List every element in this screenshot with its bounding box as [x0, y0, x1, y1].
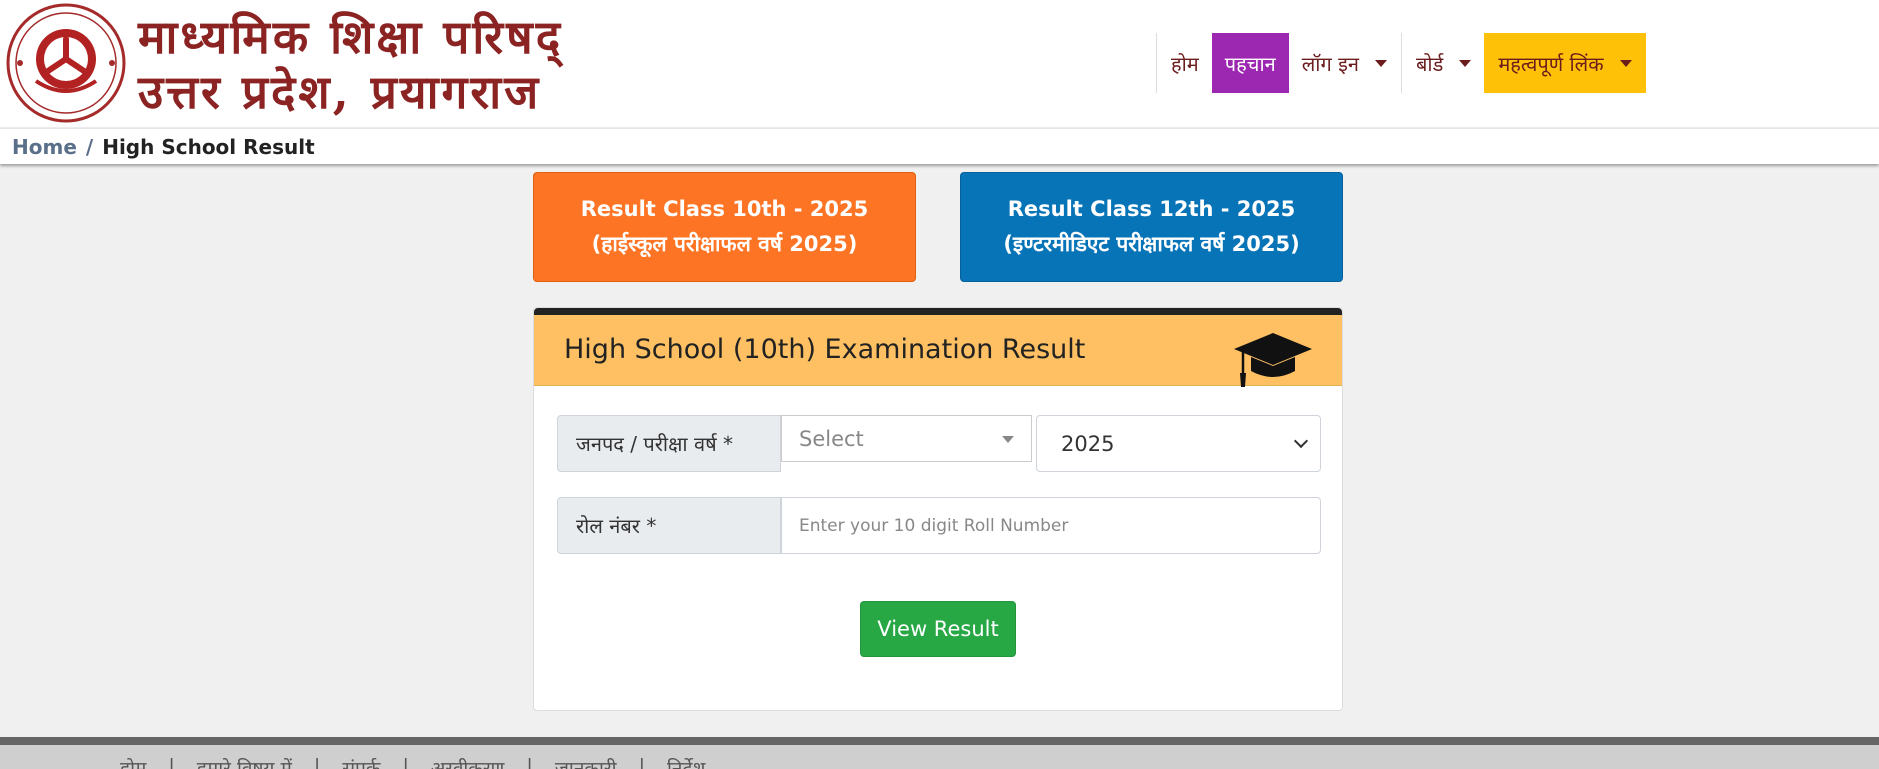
- caret-down-icon: [1375, 59, 1388, 67]
- district-select-value: Select: [799, 426, 864, 451]
- card-top-border: [534, 308, 1342, 315]
- breadcrumb-home-link[interactable]: Home: [12, 135, 77, 159]
- nav-divider: [1156, 33, 1157, 93]
- result-class12-subtitle: (इण्टरमीडिएट परीक्षाफल वर्ष 2025): [1003, 232, 1300, 256]
- nav-login-dropdown[interactable]: लॉग इन: [1289, 33, 1400, 93]
- org-title-line1: माध्यमिक शिक्षा परिषद्: [138, 10, 564, 64]
- exam-year-value: 2025: [1061, 431, 1115, 456]
- nav-important-links-label: महत्वपूर्ण लिंक: [1498, 51, 1604, 76]
- footer-separator: |: [638, 755, 645, 769]
- footer-link-about[interactable]: हमारे विषय में: [197, 755, 292, 769]
- nav-important-links-dropdown[interactable]: महत्वपूर्ण लिंक: [1484, 33, 1646, 93]
- district-year-label: जनपद / परीक्षा वर्ष *: [557, 415, 781, 472]
- footer-divider: [0, 737, 1879, 745]
- graduation-cap-icon: [1234, 333, 1312, 387]
- org-title-line2: उत्तर प्रदेश, प्रयागराज: [138, 65, 542, 119]
- footer-separator: |: [313, 755, 321, 769]
- board-emblem-icon[interactable]: [6, 3, 126, 123]
- district-select[interactable]: Select: [781, 415, 1032, 462]
- result-class10-button[interactable]: Result Class 10th - 2025 (हाईस्कूल परीक्…: [533, 172, 916, 282]
- footer-link-contact[interactable]: संपर्क: [342, 755, 380, 769]
- result-class10-title: Result Class 10th - 2025: [580, 197, 869, 221]
- result-form-card: High School (10th) Examination Result जन…: [533, 307, 1343, 711]
- caret-down-icon: [1459, 59, 1472, 67]
- breadcrumb: Home / High School Result: [0, 128, 1879, 164]
- result-class12-title: Result Class 12th - 2025: [1007, 197, 1296, 221]
- roll-number-label: रोल नंबर *: [557, 497, 781, 554]
- nav-divider: [1401, 33, 1403, 93]
- breadcrumb-separator: /: [85, 134, 94, 159]
- caret-down-icon: [1619, 59, 1632, 67]
- site-header: माध्यमिक शिक्षा परिषद् उत्तर प्रदेश, प्र…: [0, 0, 1879, 127]
- exam-year-select[interactable]: 2025: [1036, 415, 1321, 472]
- nav-login-label: लॉग इन: [1301, 51, 1360, 76]
- footer-link-home[interactable]: होम: [120, 755, 146, 769]
- nav-identity-label: पहचान: [1224, 51, 1276, 76]
- nav-home-label: होम: [1171, 51, 1199, 76]
- main-nav: होम पहचान लॉग इन बोर्ड महत्वपूर्ण लिंक: [1155, 33, 1646, 93]
- footer-link-disclaimer[interactable]: अस्वीकरण: [431, 755, 505, 769]
- roll-number-row: रोल नंबर *: [557, 497, 1321, 554]
- nav-home[interactable]: होम: [1158, 33, 1212, 93]
- caret-down-icon: [1002, 436, 1014, 443]
- footer-separator: |: [168, 755, 175, 769]
- footer-separator: |: [526, 755, 533, 769]
- footer-separator: |: [402, 755, 409, 769]
- footer-links: होम | हमारे विषय में | संपर्क | अस्वीकरण | ज…: [120, 755, 705, 769]
- chevron-down-icon: [1293, 433, 1309, 449]
- footer-link-info[interactable]: जानकारी: [555, 755, 617, 769]
- card-header: High School (10th) Examination Result: [534, 315, 1342, 387]
- district-year-row: जनपद / परीक्षा वर्ष * Select 2025: [557, 415, 1321, 472]
- view-result-button[interactable]: View Result: [860, 601, 1016, 657]
- result-class12-button[interactable]: Result Class 12th - 2025 (इण्टरमीडिएट पर…: [960, 172, 1343, 282]
- breadcrumb-current: High School Result: [102, 134, 315, 159]
- nav-board-label: बोर्ड: [1416, 51, 1444, 76]
- result-class10-subtitle: (हाईस्कूल परीक्षाफल वर्ष 2025): [591, 232, 858, 256]
- roll-number-input[interactable]: [781, 497, 1321, 554]
- nav-identity[interactable]: पहचान: [1211, 33, 1289, 93]
- site-footer: होम | हमारे विषय में | संपर्क | अस्वीकरण | ज…: [0, 745, 1879, 769]
- nav-board-dropdown[interactable]: बोर्ड: [1403, 33, 1484, 93]
- form-title: High School (10th) Examination Result: [564, 334, 1086, 365]
- footer-link-instructions[interactable]: निर्देश: [667, 755, 705, 769]
